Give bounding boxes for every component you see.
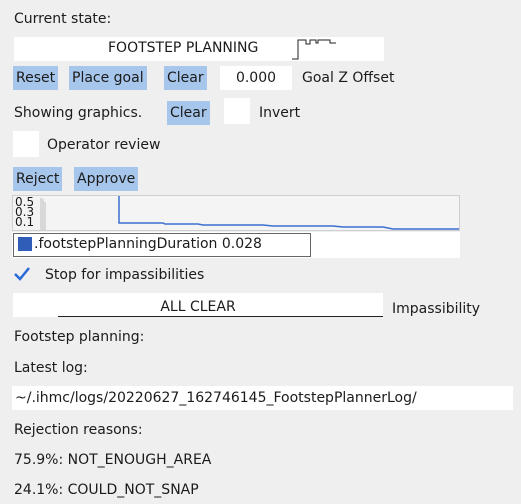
impassibility-label: Impassibility	[392, 301, 481, 317]
place-goal-button[interactable]: Place goal	[69, 66, 147, 90]
goal-z-offset-label: Goal Z Offset	[302, 70, 395, 86]
latest-log-path: ~/.ihmc/logs/20220627_162746145_Footstep…	[15, 390, 417, 406]
legend-color-swatch	[18, 237, 32, 251]
impassibility-underline	[58, 316, 383, 317]
reject-button[interactable]: Reject	[13, 167, 63, 191]
latest-log-path-field[interactable]: ~/.ihmc/logs/20220627_162746145_Footstep…	[12, 386, 513, 410]
current-state-field: FOOTSTEP PLANNING	[14, 37, 384, 61]
impassibility-value: ALL CLEAR	[160, 299, 236, 315]
goal-z-offset-input[interactable]: 0.000	[220, 66, 292, 90]
latest-log-label: Latest log:	[14, 360, 88, 376]
duration-plot: 0.5 0.3 0.1	[12, 195, 460, 231]
rejection-reason-item: 24.1%: COULD_NOT_SNAP	[14, 482, 199, 498]
current-state-label: Current state:	[14, 11, 112, 27]
approve-button[interactable]: Approve	[74, 167, 139, 191]
operator-review-checkbox[interactable]	[13, 131, 39, 157]
rejection-reason-item: 75.9%: NOT_ENOUGH_AREA	[14, 452, 212, 468]
legend-label: .footstepPlanningDuration 0.028	[34, 236, 262, 252]
plot-legend: .footstepPlanningDuration 0.028	[12, 232, 460, 258]
waveform-icon	[292, 39, 336, 60]
checkmark-icon[interactable]	[13, 265, 31, 283]
current-state-value: FOOTSTEP PLANNING	[108, 40, 259, 56]
operator-review-label: Operator review	[47, 137, 161, 153]
showing-graphics-label: Showing graphics.	[14, 105, 143, 121]
rejection-reasons-label: Rejection reasons:	[14, 422, 143, 438]
invert-checkbox[interactable]	[224, 98, 250, 124]
reset-button[interactable]: Reset	[13, 66, 59, 90]
invert-label: Invert	[259, 105, 301, 121]
clear-graphics-button[interactable]: Clear	[167, 101, 210, 125]
clear-goal-button[interactable]: Clear	[164, 66, 207, 90]
stop-for-impassibilities-label: Stop for impassibilities	[45, 267, 205, 283]
footstep-planning-label: Footstep planning:	[14, 329, 145, 345]
plot-line	[40, 196, 459, 230]
impassibility-field: ALL CLEAR	[13, 293, 383, 317]
